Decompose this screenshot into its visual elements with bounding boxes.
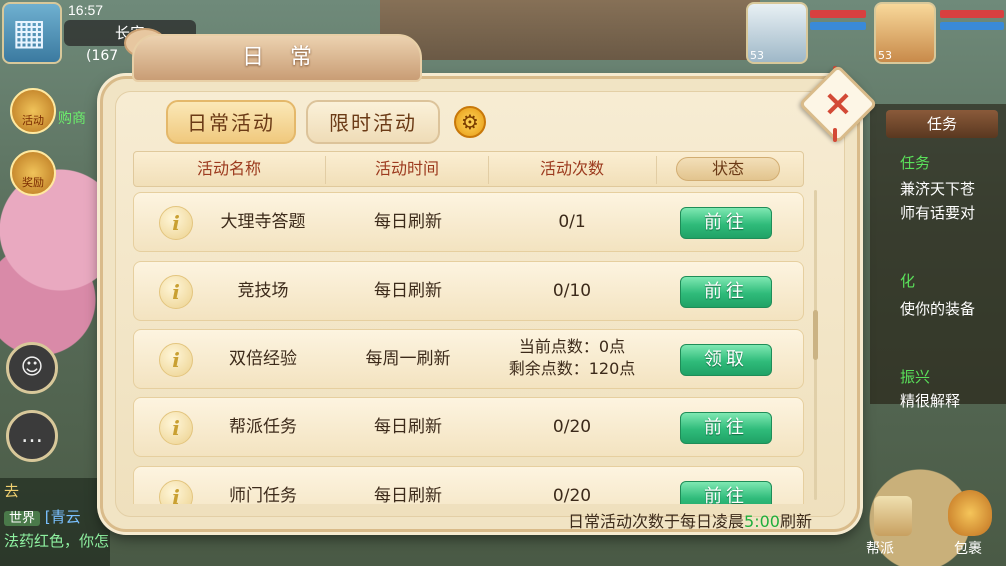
activity-button[interactable]: 活动: [10, 88, 56, 134]
scrollbar-thumb[interactable]: [813, 310, 818, 360]
player-mp-bar: [940, 22, 1004, 30]
gang-label: 帮派: [866, 541, 894, 557]
pet-hp-bar: [810, 10, 866, 18]
task-line: 振兴: [900, 368, 931, 386]
chat-bubble-icon[interactable]: …: [6, 410, 58, 462]
task-line: 化: [900, 272, 916, 290]
task-tracker-panel[interactable]: [870, 104, 1006, 404]
chat-line: 世界 [青云: [4, 506, 81, 527]
table-row: i 大理寺答题 每日刷新 0/1 前往: [133, 192, 804, 252]
info-icon[interactable]: i: [159, 275, 193, 309]
bag-label: 包裹: [954, 541, 982, 557]
go-button[interactable]: 前往: [680, 481, 772, 504]
column-header-time: 活动时间: [374, 159, 439, 178]
activity-name: 大理寺答题: [220, 212, 306, 232]
refresh-note: 日常活动次数于每日凌晨5:00刷新: [500, 508, 812, 532]
go-button[interactable]: 前往: [680, 207, 772, 239]
clock-time: 16:57: [68, 2, 104, 18]
info-icon[interactable]: i: [159, 206, 193, 240]
column-header-count: 活动次数: [539, 159, 604, 178]
activity-count: 0/20: [552, 417, 592, 437]
close-tassel: [833, 128, 837, 142]
activity-list[interactable]: i 大理寺答题 每日刷新 0/1 前往 i 竞技场 每日刷新 0/10 前往 i…: [133, 190, 804, 504]
table-row: i 双倍经验 每周一刷新 当前点数：0点 剩余点数：120点 领取: [133, 329, 804, 389]
pet-avatar[interactable]: 53: [746, 2, 808, 64]
dialog-title: 日常: [132, 34, 422, 82]
current-points: 当前点数：0点: [518, 337, 626, 356]
settings-gear-icon[interactable]: ⚙: [454, 106, 486, 138]
refresh-time: 5:00: [744, 512, 780, 531]
task-line: 师有话要对: [900, 204, 976, 222]
activity-name: 师门任务: [229, 486, 297, 504]
player-hp-bar: [940, 10, 1004, 18]
table-row: i 师门任务 每日刷新 0/20 前往: [133, 466, 804, 504]
gang-button[interactable]: 帮派: [866, 496, 920, 562]
activity-time: 每日刷新: [374, 486, 442, 504]
refresh-note-suffix: 刷新: [779, 512, 812, 531]
pet-mp-bar: [810, 22, 866, 30]
task-line: 使你的装备: [900, 300, 976, 318]
go-button[interactable]: 前往: [680, 276, 772, 308]
table-row: i 竞技场 每日刷新 0/10 前往: [133, 261, 804, 321]
activity-button-label: 活动: [22, 114, 44, 127]
activity-time: 每周一刷新: [365, 349, 451, 369]
scene-building: [380, 0, 760, 60]
close-icon: ×: [822, 83, 854, 124]
go-button[interactable]: 前往: [680, 412, 772, 444]
shop-link[interactable]: 购商: [58, 108, 86, 128]
activity-name: 帮派任务: [229, 417, 297, 437]
refresh-note-prefix: 日常活动次数于每日凌晨: [568, 512, 745, 531]
table-row: i 帮派任务 每日刷新 0/20 前往: [133, 397, 804, 457]
location-coords: (167: [86, 48, 119, 64]
task-line: 任务: [900, 154, 931, 172]
info-icon[interactable]: i: [159, 411, 193, 445]
minimap-button[interactable]: ▦: [2, 2, 62, 64]
bag-button[interactable]: 包裹: [940, 490, 1000, 560]
gang-icon: [874, 496, 912, 536]
pet-level: 53: [750, 49, 764, 62]
column-header-name: 活动名称: [196, 159, 261, 178]
table-header: 活动名称 活动时间 活动次数 状态: [133, 151, 804, 187]
chat-line: 法药红色，你怎: [4, 532, 110, 550]
friend-avatar-icon[interactable]: ☺: [6, 342, 58, 394]
task-line: 兼济天下苍: [900, 180, 976, 198]
tab-daily-activities[interactable]: 日常活动: [166, 100, 296, 144]
activity-time: 每日刷新: [374, 417, 442, 437]
column-header-status: 状态: [676, 157, 780, 181]
info-icon[interactable]: i: [159, 343, 193, 377]
bag-icon: [948, 490, 992, 536]
activity-name: 竞技场: [237, 281, 289, 301]
task-line: 精很解释: [900, 392, 961, 410]
activity-count: 0/1: [558, 212, 586, 232]
remaining-points: 剩余点数：120点: [508, 359, 636, 378]
info-icon[interactable]: i: [159, 480, 193, 504]
activity-count: 0/20: [552, 486, 592, 504]
activity-count: 当前点数：0点 剩余点数：120点: [489, 336, 655, 380]
player-level: 53: [878, 49, 892, 62]
reward-button[interactable]: 奖励: [10, 150, 56, 196]
activity-time: 每日刷新: [374, 281, 442, 301]
player-avatar[interactable]: 53: [874, 2, 936, 64]
task-tab[interactable]: 任务: [886, 110, 998, 138]
claim-button[interactable]: 领取: [680, 344, 772, 376]
chat-panel[interactable]: 去 世界 [青云 法药红色，你怎: [0, 478, 110, 566]
activity-count: 0/10: [552, 281, 592, 301]
tab-limited-activities[interactable]: 限时活动: [306, 100, 440, 144]
chat-line: 去: [4, 482, 20, 500]
channel-tag: 世界: [4, 511, 41, 526]
reward-button-label: 奖励: [22, 176, 44, 189]
column-divider: [656, 156, 657, 184]
activity-name: 双倍经验: [229, 349, 297, 369]
map-icon: ▦: [12, 12, 47, 53]
chat-sender: [青云: [44, 508, 81, 526]
activity-time: 每日刷新: [374, 212, 442, 232]
